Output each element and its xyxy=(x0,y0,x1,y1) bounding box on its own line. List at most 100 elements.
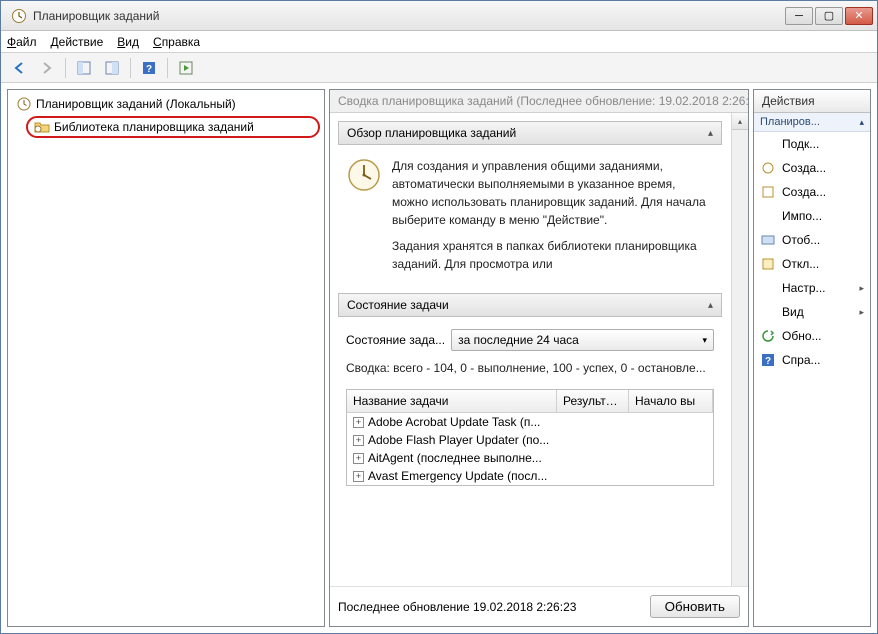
actions-list: Подк... Созда... Созда... Импо... Отоб..… xyxy=(754,132,870,626)
navigation-tree: Планировщик заданий (Локальный) Библиоте… xyxy=(7,89,325,627)
disable-icon xyxy=(760,256,776,272)
folder-clock-icon xyxy=(34,119,50,135)
menu-help[interactable]: Справка xyxy=(153,35,200,49)
properties-button[interactable] xyxy=(100,56,124,80)
table-row[interactable]: + AitAgent (последнее выполне... xyxy=(347,449,713,467)
status-section-header[interactable]: Состояние задачи ▴ xyxy=(338,293,722,317)
task-name: Adobe Flash Player Updater (по... xyxy=(368,433,549,447)
window-controls: ─ ▢ ✕ xyxy=(785,7,873,25)
col-start[interactable]: Начало вы xyxy=(629,390,713,412)
period-dropdown[interactable]: за последние 24 часа ▾ xyxy=(451,329,714,351)
clock-large-icon xyxy=(346,157,382,193)
col-name[interactable]: Название задачи xyxy=(347,390,557,412)
expand-icon[interactable]: + xyxy=(353,435,364,446)
import-icon xyxy=(760,208,776,224)
help-button[interactable]: ? xyxy=(137,56,161,80)
refresh-icon xyxy=(760,328,776,344)
action-create-basic[interactable]: Созда... xyxy=(754,156,870,180)
display-icon xyxy=(760,232,776,248)
toolbar: ? xyxy=(1,53,877,83)
action-settings[interactable]: Настр... xyxy=(754,276,870,300)
action-disable[interactable]: Откл... xyxy=(754,252,870,276)
action-help[interactable]: ?Спра... xyxy=(754,348,870,372)
menu-action[interactable]: Действие xyxy=(51,35,104,49)
tasks-table: Название задачи Результат... Начало вы +… xyxy=(346,389,714,486)
tree-root[interactable]: Планировщик заданий (Локальный) xyxy=(12,94,320,114)
status-label: Состояние зада... xyxy=(346,333,445,347)
actions-group-label: Планиров... xyxy=(760,116,820,128)
action-view[interactable]: Вид xyxy=(754,300,870,324)
table-row[interactable]: + Avast Emergency Update (посл... xyxy=(347,467,713,485)
overview-paragraph-1: Для создания и управления общими задания… xyxy=(392,157,714,229)
create-icon xyxy=(760,184,776,200)
chevron-up-icon: ▴ xyxy=(708,128,713,139)
expand-icon[interactable]: + xyxy=(353,471,364,482)
view-icon xyxy=(760,304,776,320)
create-basic-icon xyxy=(760,160,776,176)
overview-paragraph-2: Задания хранятся в папках библиотеки пла… xyxy=(392,237,714,273)
scroll-up-button[interactable]: ▴ xyxy=(732,113,748,130)
refresh-button[interactable]: Обновить xyxy=(650,595,740,618)
details-footer: Последнее обновление 19.02.2018 2:26:23 … xyxy=(330,586,748,626)
expand-icon[interactable]: + xyxy=(353,453,364,464)
task-name: Avast Emergency Update (посл... xyxy=(368,469,547,483)
minimize-button[interactable]: ─ xyxy=(785,7,813,25)
action-refresh[interactable]: Обно... xyxy=(754,324,870,348)
toolbar-separator xyxy=(167,58,168,78)
overview-content: Для создания и управления общими задания… xyxy=(338,151,722,293)
expand-icon[interactable]: + xyxy=(353,417,364,428)
menu-view[interactable]: Вид xyxy=(117,35,139,49)
run-button[interactable] xyxy=(174,56,198,80)
app-icon xyxy=(11,8,27,24)
close-button[interactable]: ✕ xyxy=(845,7,873,25)
nav-forward-button[interactable] xyxy=(35,56,59,80)
actions-panel: Действия Планиров... ▴ Подк... Созда... … xyxy=(753,89,871,627)
tree-library[interactable]: Библиотека планировщика заданий xyxy=(26,116,320,138)
status-title: Состояние задачи xyxy=(347,298,449,312)
tree-library-label: Библиотека планировщика заданий xyxy=(54,120,254,134)
maximize-button[interactable]: ▢ xyxy=(815,7,843,25)
table-row[interactable]: + Adobe Flash Player Updater (по... xyxy=(347,431,713,449)
toolbar-separator xyxy=(65,58,66,78)
svg-text:?: ? xyxy=(765,356,771,367)
vertical-scrollbar[interactable]: ▴ xyxy=(731,113,748,586)
window-title: Планировщик заданий xyxy=(33,9,785,23)
overview-section-header[interactable]: Обзор планировщика заданий ▴ xyxy=(338,121,722,145)
action-display[interactable]: Отоб... xyxy=(754,228,870,252)
last-update-text: Последнее обновление 19.02.2018 2:26:23 xyxy=(338,600,576,614)
tree-root-label: Планировщик заданий (Локальный) xyxy=(36,97,236,111)
details-header: Сводка планировщика заданий (Последнее о… xyxy=(330,90,748,113)
menu-file[interactable]: Файл xyxy=(7,35,37,49)
status-filter-row: Состояние зада... за последние 24 часа ▾ xyxy=(338,323,722,357)
connect-icon xyxy=(760,136,776,152)
actions-group-header[interactable]: Планиров... ▴ xyxy=(754,113,870,132)
chevron-up-icon: ▴ xyxy=(708,300,713,311)
col-result[interactable]: Результат... xyxy=(557,390,629,412)
action-import[interactable]: Импо... xyxy=(754,204,870,228)
titlebar[interactable]: Планировщик заданий ─ ▢ ✕ xyxy=(1,1,877,31)
app-window: Планировщик заданий ─ ▢ ✕ Файл Действие … xyxy=(0,0,878,634)
task-name: Adobe Acrobat Update Task (п... xyxy=(368,415,540,429)
chevron-up-icon: ▴ xyxy=(859,117,864,128)
svg-text:?: ? xyxy=(146,64,152,75)
overview-title: Обзор планировщика заданий xyxy=(347,126,516,140)
show-hide-tree-button[interactable] xyxy=(72,56,96,80)
task-name: AitAgent (последнее выполне... xyxy=(368,451,542,465)
details-panel: Сводка планировщика заданий (Последнее о… xyxy=(329,89,749,627)
action-connect[interactable]: Подк... xyxy=(754,132,870,156)
toolbar-separator xyxy=(130,58,131,78)
settings-icon xyxy=(760,280,776,296)
clock-icon xyxy=(16,96,32,112)
period-selected: за последние 24 часа xyxy=(458,333,579,347)
help-icon: ? xyxy=(760,352,776,368)
chevron-down-icon: ▾ xyxy=(702,335,707,346)
action-create[interactable]: Созда... xyxy=(754,180,870,204)
content-area: Планировщик заданий (Локальный) Библиоте… xyxy=(1,83,877,633)
table-row[interactable]: + Adobe Acrobat Update Task (п... xyxy=(347,413,713,431)
status-summary: Сводка: всего - 104, 0 - выполнение, 100… xyxy=(338,357,722,383)
table-header-row: Название задачи Результат... Начало вы xyxy=(347,390,713,413)
menubar: Файл Действие Вид Справка xyxy=(1,31,877,53)
actions-header: Действия xyxy=(754,90,870,113)
nav-back-button[interactable] xyxy=(7,56,31,80)
details-body: ▴ Обзор планировщика заданий ▴ Для созда… xyxy=(330,113,748,586)
